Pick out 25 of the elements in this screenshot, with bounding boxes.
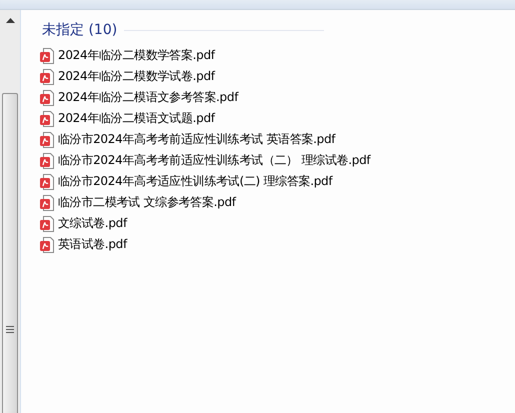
scroll-up-icon[interactable] (6, 18, 14, 23)
scrollbar[interactable] (0, 10, 21, 413)
pdf-file-icon (40, 174, 54, 190)
group-title[interactable]: 未指定 (10) (42, 21, 118, 39)
file-name[interactable]: 临汾市2024年高考适应性训练考试(二) 理综答案.pdf (58, 173, 332, 190)
pdf-file-icon (40, 236, 54, 252)
file-name[interactable]: 2024年临汾二模数学试卷.pdf (58, 68, 215, 85)
file-name[interactable]: 2024年临汾二模语文试题.pdf (58, 110, 215, 127)
scroll-thumb[interactable] (2, 93, 18, 413)
file-name[interactable]: 临汾市2024年高考考前适应性训练考试 英语答案.pdf (58, 131, 336, 148)
pdf-file-icon (40, 110, 54, 126)
file-name[interactable]: 2024年临汾二模语文参考答案.pdf (58, 89, 238, 106)
pdf-file-icon (40, 132, 54, 148)
file-name[interactable]: 2024年临汾二模数学答案.pdf (58, 47, 215, 64)
pdf-file-icon (40, 68, 54, 84)
file-name[interactable]: 英语试卷.pdf (58, 236, 127, 253)
pdf-file-icon (40, 216, 54, 232)
pdf-file-icon (40, 48, 54, 64)
grip-icon (6, 326, 14, 332)
pdf-file-icon (40, 152, 54, 168)
pdf-file-icon (40, 90, 54, 106)
file-name[interactable]: 文综试卷.pdf (58, 215, 127, 232)
file-name[interactable]: 临汾市2024年高考考前适应性训练考试（二） 理综试卷.pdf (58, 152, 370, 169)
pdf-file-icon (40, 194, 54, 210)
file-name[interactable]: 临汾市二模考试 文综参考答案.pdf (58, 194, 236, 211)
